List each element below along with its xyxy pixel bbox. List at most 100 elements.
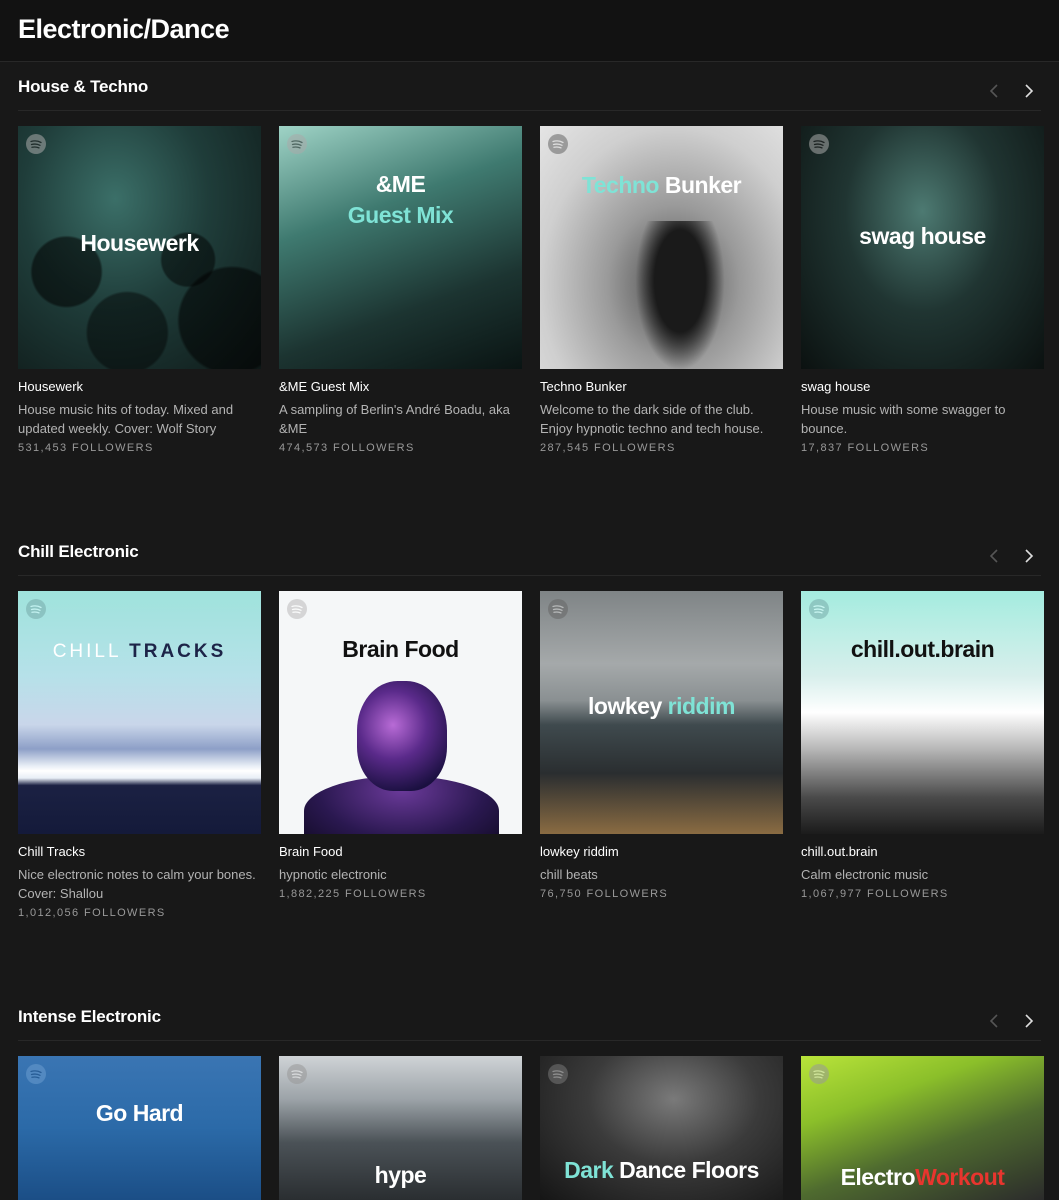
spotify-logo-icon [548,599,568,619]
card-title[interactable]: Chill Tracks [18,844,85,859]
page-title: Electronic/Dance [18,14,230,44]
playlist-card[interactable]: &ME Guest Mix &ME Guest Mix A sampling o… [279,126,522,454]
playlist-cover[interactable]: swag house [801,126,1044,369]
playlist-card[interactable]: Brain Food Brain Food hypnotic electroni… [279,591,522,900]
card-title[interactable]: Brain Food [279,844,343,859]
chevron-left-icon [989,549,998,563]
playlist-cover[interactable]: CHILL TRACKS [18,591,261,834]
card-description: Nice electronic notes to calm your bones… [18,867,256,901]
carousel-prev-button[interactable] [983,1010,1005,1032]
card-description: A sampling of Berlin's André Boadu, aka … [279,402,510,436]
section-header: House & Techno [18,62,1041,111]
card-followers: 1,067,977 FOLLOWERS [801,888,949,900]
spotify-logo-icon [287,599,307,619]
spotify-logo-icon [26,1064,46,1084]
playlist-cover[interactable]: &ME Guest Mix [279,126,522,369]
cover-title: ElectroWorkout [801,1164,1044,1190]
section-title: House & Techno [18,77,149,96]
cover-title-part-1: Electro [840,1164,916,1190]
card-followers: 531,453 FOLLOWERS [18,442,154,454]
carousel-next-button[interactable] [1018,545,1040,567]
cover-title: Techno Bunker [540,172,783,198]
playlist-cover[interactable]: chill.out.brain [801,591,1044,834]
cover-title: Brain Food [342,636,459,662]
card-title[interactable]: Housewerk [18,379,83,394]
chevron-left-icon [989,1014,998,1028]
cover-title: hype [374,1162,427,1188]
cover-title: lowkey riddim [540,693,783,719]
cover-title-part-1: Techno [581,172,660,198]
cover-title: CHILL TRACKS [18,641,261,663]
playlist-cover[interactable]: Housewerk [18,126,261,369]
card-followers: 17,837 FOLLOWERS [801,442,930,454]
playlist-card[interactable]: lowkey riddim lowkey riddim chill beats … [540,591,783,900]
playlist-card[interactable]: Techno Bunker Techno Bunker Welcome to t… [540,126,783,454]
playlist-card[interactable]: Housewerk Housewerk House music hits of … [18,126,261,454]
cover-image [635,221,725,369]
playlist-card[interactable]: chill.out.brain chill.out.brain Calm ele… [801,591,1044,900]
cover-image [357,681,447,791]
cover-title: Go Hard [95,1100,184,1126]
card-title[interactable]: Techno Bunker [540,379,627,394]
cover-title-part-2: Dance Floors [619,1157,759,1183]
cover-title: swag house [859,223,986,249]
spotify-logo-icon [287,1064,307,1084]
chevron-right-icon [1025,84,1034,98]
chevron-right-icon [1025,1014,1034,1028]
card-title[interactable]: swag house [801,379,870,394]
card-description: House music hits of today. Mixed and upd… [18,402,234,436]
card-description: House music with some swagger to bounce. [801,402,1006,436]
card-followers: 287,545 FOLLOWERS [540,442,676,454]
playlist-card[interactable]: ElectroWorkout [801,1056,1044,1200]
spotify-logo-icon [809,134,829,154]
cover-title: Dark Dance Floors [540,1157,783,1183]
card-title[interactable]: &ME Guest Mix [279,379,369,394]
carousel-next-button[interactable] [1018,80,1040,102]
spotify-logo-icon [809,599,829,619]
playlist-cover[interactable]: ElectroWorkout [801,1056,1044,1200]
card-description: Welcome to the dark side of the club. En… [540,402,764,436]
playlist-cover[interactable]: Techno Bunker [540,126,783,369]
cover-title-part-1: Dark [564,1157,614,1183]
section-title: Chill Electronic [18,542,139,561]
card-followers: 1,012,056 FOLLOWERS [18,907,166,919]
card-title[interactable]: lowkey riddim [540,844,619,859]
spotify-logo-icon [287,134,307,154]
spotify-logo-icon [26,599,46,619]
playlist-cover[interactable]: Go Hard [18,1056,261,1200]
chevron-right-icon [1025,549,1034,563]
carousel-prev-button[interactable] [983,545,1005,567]
section-header: Chill Electronic [18,527,1041,576]
playlist-card[interactable]: Dark Dance Floors [540,1056,783,1200]
page-header: Electronic/Dance [0,0,1059,62]
playlist-cover[interactable]: Dark Dance Floors [540,1056,783,1200]
cover-title-part-2: TRACKS [129,641,227,662]
spotify-logo-icon [26,134,46,154]
spotify-logo-icon [548,1064,568,1084]
playlist-cover[interactable]: lowkey riddim [540,591,783,834]
spotify-logo-icon [548,134,568,154]
carousel-prev-button[interactable] [983,80,1005,102]
playlist-card[interactable]: Go Hard [18,1056,261,1200]
cover-title-part-1: lowkey [588,693,662,719]
section-header: Intense Electronic [18,992,1041,1041]
carousel-next-button[interactable] [1018,1010,1040,1032]
section-title: Intense Electronic [18,1007,161,1026]
cover-title-part-2: Workout [915,1164,1005,1190]
playlist-cover[interactable]: hype [279,1056,522,1200]
cover-title-line-1: &ME [375,171,426,197]
card-description: hypnotic electronic [279,867,387,882]
playlist-card[interactable]: swag house swag house House music with s… [801,126,1044,454]
card-description: chill beats [540,867,598,882]
spotify-logo-icon [809,1064,829,1084]
cover-title-line-2: Guest Mix [347,202,454,228]
card-title[interactable]: chill.out.brain [801,844,878,859]
playlist-card[interactable]: CHILL TRACKS Chill Tracks Nice electroni… [18,591,261,919]
cover-title-part-2: Bunker [664,172,742,198]
cover-title-part-1: CHILL [52,641,121,662]
playlist-card[interactable]: hype [279,1056,522,1200]
playlist-cover[interactable]: Brain Food [279,591,522,834]
chevron-left-icon [989,84,998,98]
cover-title-part-2: riddim [667,693,736,719]
card-followers: 76,750 FOLLOWERS [540,888,669,900]
